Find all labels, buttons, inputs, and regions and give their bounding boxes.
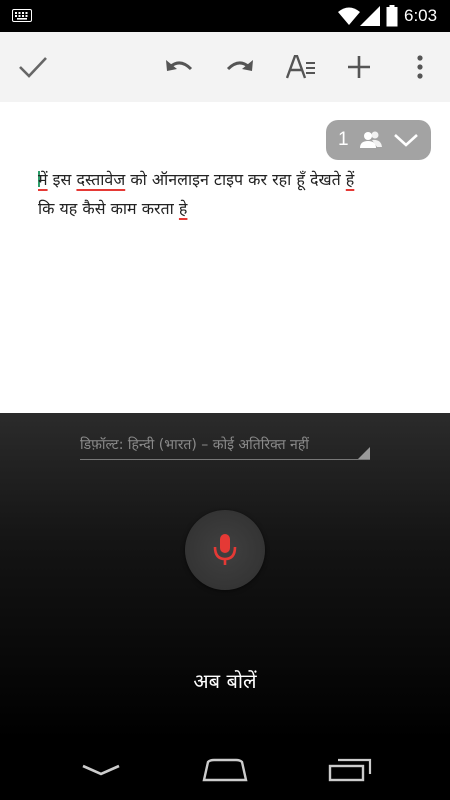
language-label: डिफ़ॉल्ट: हिन्दी (भारत) – कोई अतिरिक्त न…: [80, 437, 309, 453]
document-word[interactable]: ऑनलाइन: [152, 170, 209, 189]
recent-apps-button[interactable]: [315, 740, 385, 800]
recent-apps-icon: [328, 758, 372, 782]
document-area[interactable]: 1 में इस दस्तावेज को ऑनलाइन टाइप कर रहा …: [0, 102, 450, 413]
document-toolbar: [0, 32, 450, 102]
text-format-icon: [286, 55, 315, 79]
voice-input-panel: डिफ़ॉल्ट: हिन्दी (भारत) – कोई अतिरिक्त न…: [0, 413, 450, 740]
navigation-bar: [0, 740, 450, 800]
misspelled-word[interactable]: हें: [346, 170, 355, 189]
document-line-2: कि यह कैसे काम करता हे: [38, 194, 418, 223]
document-line-1: में इस दस्तावेज को ऑनलाइन टाइप कर रहा हू…: [38, 165, 418, 194]
language-dropdown[interactable]: डिफ़ॉल्ट: हिन्दी (भारत) – कोई अतिरिक्त न…: [80, 435, 370, 460]
chevron-down-icon: [394, 134, 418, 147]
back-icon: [82, 764, 120, 776]
status-bar: 6:03: [0, 0, 450, 32]
add-icon: [348, 56, 370, 78]
wifi-icon: [338, 7, 360, 25]
dropdown-arrow-icon: [358, 447, 370, 459]
clock: 6:03: [404, 6, 438, 25]
document-word[interactable]: करता: [142, 199, 174, 218]
keyboard-icon: [12, 9, 32, 22]
document-word[interactable]: रहा: [272, 170, 291, 189]
document-word[interactable]: काम: [111, 199, 137, 218]
collaborator-count: 1: [338, 129, 349, 150]
misspelled-word[interactable]: दस्तावेज: [76, 170, 125, 189]
document-word[interactable]: को: [130, 170, 146, 189]
insert-button[interactable]: [335, 32, 383, 102]
speak-now-prompt: अब बोलें: [193, 669, 257, 693]
undo-icon: [166, 60, 193, 71]
check-icon: [19, 57, 47, 78]
misspelled-word[interactable]: हे: [179, 199, 188, 218]
home-button[interactable]: [190, 740, 260, 800]
document-word[interactable]: टाइप: [214, 170, 243, 189]
document-word[interactable]: कर: [248, 170, 267, 189]
undo-button[interactable]: [155, 32, 203, 102]
back-button[interactable]: [66, 740, 136, 800]
overflow-menu-icon: [417, 55, 423, 79]
document-word[interactable]: हूँ: [296, 170, 305, 189]
document-word[interactable]: कैसे: [82, 199, 105, 218]
overflow-menu-button[interactable]: [396, 32, 444, 102]
document-word[interactable]: यह: [60, 199, 78, 218]
line-2-words: कि यह कैसे काम करता हे: [38, 199, 187, 218]
home-icon: [202, 758, 248, 782]
document-word[interactable]: कि: [38, 199, 54, 218]
collaborators-button[interactable]: 1: [326, 120, 431, 160]
document-body[interactable]: में इस दस्तावेज को ऑनलाइन टाइप कर रहा हू…: [38, 165, 418, 223]
battery-icon: [386, 5, 398, 27]
people-icon: [360, 131, 382, 148]
text-format-button[interactable]: [277, 32, 325, 102]
redo-icon: [226, 60, 253, 71]
document-word[interactable]: इस: [53, 170, 72, 189]
microphone-icon: [213, 534, 237, 565]
done-button[interactable]: [9, 32, 57, 102]
line-1-words: में इस दस्तावेज को ऑनलाइन टाइप कर रहा हू…: [38, 170, 354, 189]
redo-button[interactable]: [216, 32, 264, 102]
document-word[interactable]: देखते: [310, 170, 341, 189]
signal-icon: [360, 6, 380, 26]
misspelled-word[interactable]: में: [38, 170, 48, 189]
microphone-button[interactable]: [185, 510, 265, 590]
